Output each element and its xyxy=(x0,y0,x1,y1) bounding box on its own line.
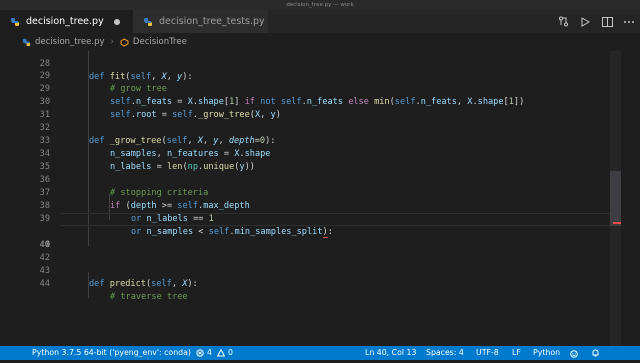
tab-bar: decision_tree.py decision_tree_tests.py xyxy=(0,10,640,33)
warning-icon xyxy=(216,349,225,357)
code-line-current[interactable]: 40 xyxy=(0,213,610,250)
code-line: 44 # traverse tree xyxy=(0,265,610,302)
status-bar: Python 3.7.5 64-bit ('pyeng_env': conda)… xyxy=(0,346,640,360)
code-text: # traverse tree xyxy=(110,292,188,302)
current-line-highlight xyxy=(60,213,610,226)
indentation[interactable]: Spaces: 4 xyxy=(426,346,464,360)
error-marker xyxy=(613,222,621,224)
tab-label: decision_tree_tests.py xyxy=(159,16,265,27)
scrollbar-thumb[interactable] xyxy=(610,171,621,226)
code-text: def predict(self, X): xyxy=(89,279,198,289)
tab-label: decision_tree.py xyxy=(26,16,104,27)
code-line: 39 or n_samples < self.min_samples_split… xyxy=(0,200,610,238)
line-number: 44 xyxy=(39,279,50,289)
python-file-icon xyxy=(144,17,152,26)
code-line: 42 xyxy=(0,239,610,263)
code-line: 41 xyxy=(0,226,610,250)
python-interpreter[interactable]: Python 3.7.5 64-bit ('pyeng_env': conda) xyxy=(32,346,191,360)
more-actions-icon[interactable] xyxy=(618,10,640,33)
code-line: 36 # stopping criteria xyxy=(0,161,610,198)
feedback-smiley-icon[interactable] xyxy=(570,349,578,358)
end-of-line[interactable]: LF xyxy=(512,346,521,360)
error-icon xyxy=(196,349,204,357)
encoding[interactable]: UTF-8 xyxy=(476,346,499,360)
code-line: 29 # grow tree xyxy=(0,57,610,94)
code-line: 43 def predict(self, X): xyxy=(0,252,610,289)
language-mode[interactable]: Python xyxy=(533,346,560,360)
code-line: 35 xyxy=(0,148,610,172)
code-line: 29 self.n_feats = X.shape[1] if not self… xyxy=(0,70,610,107)
tab-decision-tree[interactable]: decision_tree.py xyxy=(0,10,132,33)
code-line: 38 or n_labels == 1 xyxy=(0,187,610,224)
source-control-compare-icon[interactable] xyxy=(552,10,574,33)
warning-count: 0 xyxy=(227,348,233,357)
tab-decision-tree-tests[interactable]: decision_tree_tests.py xyxy=(132,10,268,33)
code-line: 33 n_samples, n_features = X.shape xyxy=(0,122,610,159)
editor-actions xyxy=(552,10,640,33)
bell-icon xyxy=(592,349,599,357)
python-file-icon xyxy=(11,17,19,26)
run-icon[interactable] xyxy=(574,10,596,33)
cursor-position[interactable]: Ln 40, Col 13 xyxy=(365,346,416,360)
notifications[interactable] xyxy=(592,346,599,360)
code-line: 37 if (depth >= self.max_depth xyxy=(0,174,610,211)
split-editor-icon[interactable] xyxy=(596,10,618,33)
window-title: decision_tree.py — work xyxy=(0,0,640,10)
code-line: 31 xyxy=(0,96,610,120)
code-editor[interactable]: 28 def fit(self, X, y): 29 # grow tree 2… xyxy=(0,51,640,346)
vertical-scrollbar[interactable] xyxy=(610,51,621,346)
problems-indicator[interactable]: 4 0 xyxy=(196,346,233,360)
code-line: 32 def _grow_tree(self, X, y, depth=0): xyxy=(0,109,610,146)
unsaved-dot-icon[interactable] xyxy=(113,18,120,25)
code-line: 34 n_labels = len(np.unique(y)) xyxy=(0,135,610,172)
error-count: 4 xyxy=(207,348,212,357)
code-line: 30 self.root = self._grow_tree(X, y) xyxy=(0,83,610,120)
